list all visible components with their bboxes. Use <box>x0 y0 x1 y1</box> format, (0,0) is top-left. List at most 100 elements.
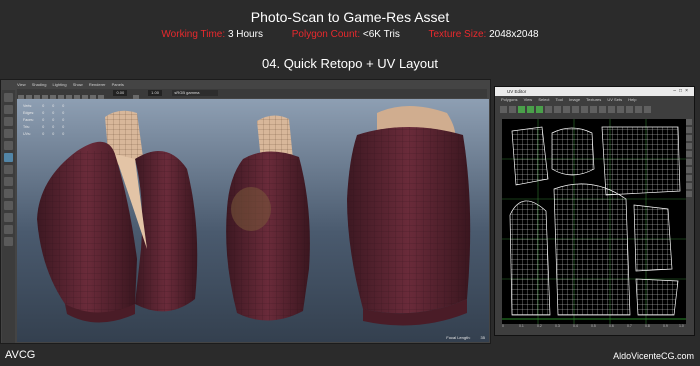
uv-layout-canvas[interactable] <box>502 119 686 324</box>
viewport-toolbar: 0.00 1.00 sRGB gamma <box>17 89 487 101</box>
layout-uv-icon[interactable] <box>4 237 13 246</box>
focal-length-value: 35 <box>480 335 485 340</box>
uv-side-icon[interactable] <box>686 159 692 165</box>
vest-side-view <box>226 115 310 321</box>
focal-length-readout: Focal Length: 35 <box>446 335 485 340</box>
uv-distortion-icon[interactable] <box>626 106 633 113</box>
uv-editor-window: UV Editor –□× Polygons View Select Tool … <box>494 86 695 336</box>
brand-logo-text: AVCG <box>5 349 36 361</box>
uv-side-toolbar <box>686 117 693 199</box>
uv-layout-icon[interactable] <box>536 106 543 113</box>
uv-menu-tool[interactable]: Tool <box>556 97 563 102</box>
uv-select-icon[interactable] <box>500 106 507 113</box>
page-title: Photo-Scan to Game-Res Asset <box>250 9 450 25</box>
uv-unfold-icon[interactable] <box>527 106 534 113</box>
uv-grid-icon[interactable] <box>581 106 588 113</box>
texture-size-label: Texture Size: <box>428 29 487 40</box>
lasso-tool-icon[interactable] <box>4 105 13 114</box>
menu-panels[interactable]: Panels <box>112 82 124 87</box>
uv-menu-select[interactable]: Select <box>538 97 549 102</box>
uv-side-icon[interactable] <box>686 151 692 157</box>
left-toolbox <box>2 90 15 343</box>
uv-axis-ticks: 0 0.1 0.2 0.3 0.4 0.5 0.6 0.7 0.8 0.9 1.… <box>502 324 686 332</box>
uv-checker-icon[interactable] <box>599 106 606 113</box>
uv-side-icon[interactable] <box>686 135 692 141</box>
uv-editor-menu: Polygons View Select Tool Image Textures… <box>495 96 694 103</box>
menu-show[interactable]: Show <box>73 82 83 87</box>
last-tool-icon[interactable] <box>4 165 13 174</box>
vest-models <box>37 106 471 326</box>
close-icon[interactable]: × <box>685 88 691 94</box>
uv-move-icon[interactable] <box>509 106 516 113</box>
uv-image-icon[interactable] <box>590 106 597 113</box>
uv-side-icon[interactable] <box>686 119 692 125</box>
select-tool-icon[interactable] <box>4 93 13 102</box>
uv-side-icon[interactable] <box>686 175 692 181</box>
menu-view[interactable]: View <box>17 82 26 87</box>
layout-single-icon[interactable] <box>4 177 13 186</box>
uv-frame-icon[interactable] <box>635 106 642 113</box>
layout-two-icon[interactable] <box>4 201 13 210</box>
uv-tick: 1.0 <box>679 324 684 328</box>
uv-side-icon[interactable] <box>686 183 692 189</box>
working-time-label: Working Time: <box>161 29 226 40</box>
focal-length-label: Focal Length: <box>446 335 471 340</box>
layout-four-icon[interactable] <box>4 189 13 198</box>
uv-tick: 0.5 <box>591 324 596 328</box>
window-controls: –□× <box>673 87 691 96</box>
colorspace-select[interactable]: sRGB gamma <box>172 90 219 96</box>
uv-tick: 0.3 <box>555 324 560 328</box>
uv-menu-image[interactable]: Image <box>569 97 580 102</box>
vest-front-view <box>37 110 198 323</box>
uv-flip-icon[interactable] <box>545 106 552 113</box>
menu-renderer[interactable]: Renderer <box>89 82 106 87</box>
uv-shade-icon[interactable] <box>617 106 624 113</box>
uv-tick: 0.6 <box>609 324 614 328</box>
polygon-count-value: <6K Tris <box>362 29 400 40</box>
uv-side-icon[interactable] <box>686 191 692 197</box>
move-tool-icon[interactable] <box>4 129 13 138</box>
rotate-tool-icon[interactable] <box>4 141 13 150</box>
scale-tool-icon[interactable] <box>4 153 13 162</box>
uv-editor-titlebar: UV Editor –□× <box>495 87 694 96</box>
viewport-3d[interactable]: Verts: 0 0 0 Edges: 0 0 0 Faces: 0 0 0 Tris: 0 0 0 U… <box>17 99 489 342</box>
texture-size-value: 2048x2048 <box>489 29 539 40</box>
website-credit: AldoVicenteCG.com <box>613 351 694 361</box>
uv-side-icon[interactable] <box>686 127 692 133</box>
section-subtitle: 04. Quick Retopo + UV Layout <box>262 56 438 71</box>
uv-tick: 0.9 <box>663 324 668 328</box>
vest-back-view <box>347 106 471 326</box>
maya-viewport-panel: View Shading Lighting Show Renderer Pane… <box>0 79 491 344</box>
uv-tick: 0.8 <box>645 324 650 328</box>
uv-shell-icon[interactable] <box>518 106 525 113</box>
uv-menu-textures[interactable]: Textures <box>586 97 601 102</box>
uv-menu-view[interactable]: View <box>524 97 533 102</box>
menu-lighting[interactable]: Lighting <box>53 82 67 87</box>
uv-settings-icon[interactable] <box>644 106 651 113</box>
stats-row: Working Time: 3 Hours Polygon Count: <6K… <box>0 29 700 40</box>
uv-side-icon[interactable] <box>686 143 692 149</box>
uv-shells <box>502 119 686 324</box>
menu-shading[interactable]: Shading <box>32 82 47 87</box>
uv-toolbar <box>495 103 694 117</box>
uv-snapshot-icon[interactable] <box>608 106 615 113</box>
uv-tick: 0.7 <box>627 324 632 328</box>
uv-side-icon[interactable] <box>686 167 692 173</box>
uv-menu-uvsets[interactable]: UV Sets <box>607 97 622 102</box>
exposure-field[interactable]: 0.00 <box>113 90 128 96</box>
uv-sew-icon[interactable] <box>572 106 579 113</box>
uv-tick: 0.2 <box>537 324 542 328</box>
uv-tick: 0 <box>502 324 504 328</box>
uv-tick: 0.1 <box>519 324 524 328</box>
working-time-value: 3 Hours <box>227 29 263 40</box>
paint-select-icon[interactable] <box>4 117 13 126</box>
uv-cut-icon[interactable] <box>563 106 570 113</box>
gamma-field[interactable]: 1.00 <box>148 90 162 96</box>
outliner-icon[interactable] <box>4 225 13 234</box>
uv-tick: 0.4 <box>573 324 578 328</box>
uv-menu-help[interactable]: Help <box>628 97 636 102</box>
uv-menu-polygons[interactable]: Polygons <box>501 97 517 102</box>
layout-persp-graph-icon[interactable] <box>4 213 13 222</box>
uv-rotate-icon[interactable] <box>554 106 561 113</box>
uv-editor-title: UV Editor <box>507 89 527 94</box>
